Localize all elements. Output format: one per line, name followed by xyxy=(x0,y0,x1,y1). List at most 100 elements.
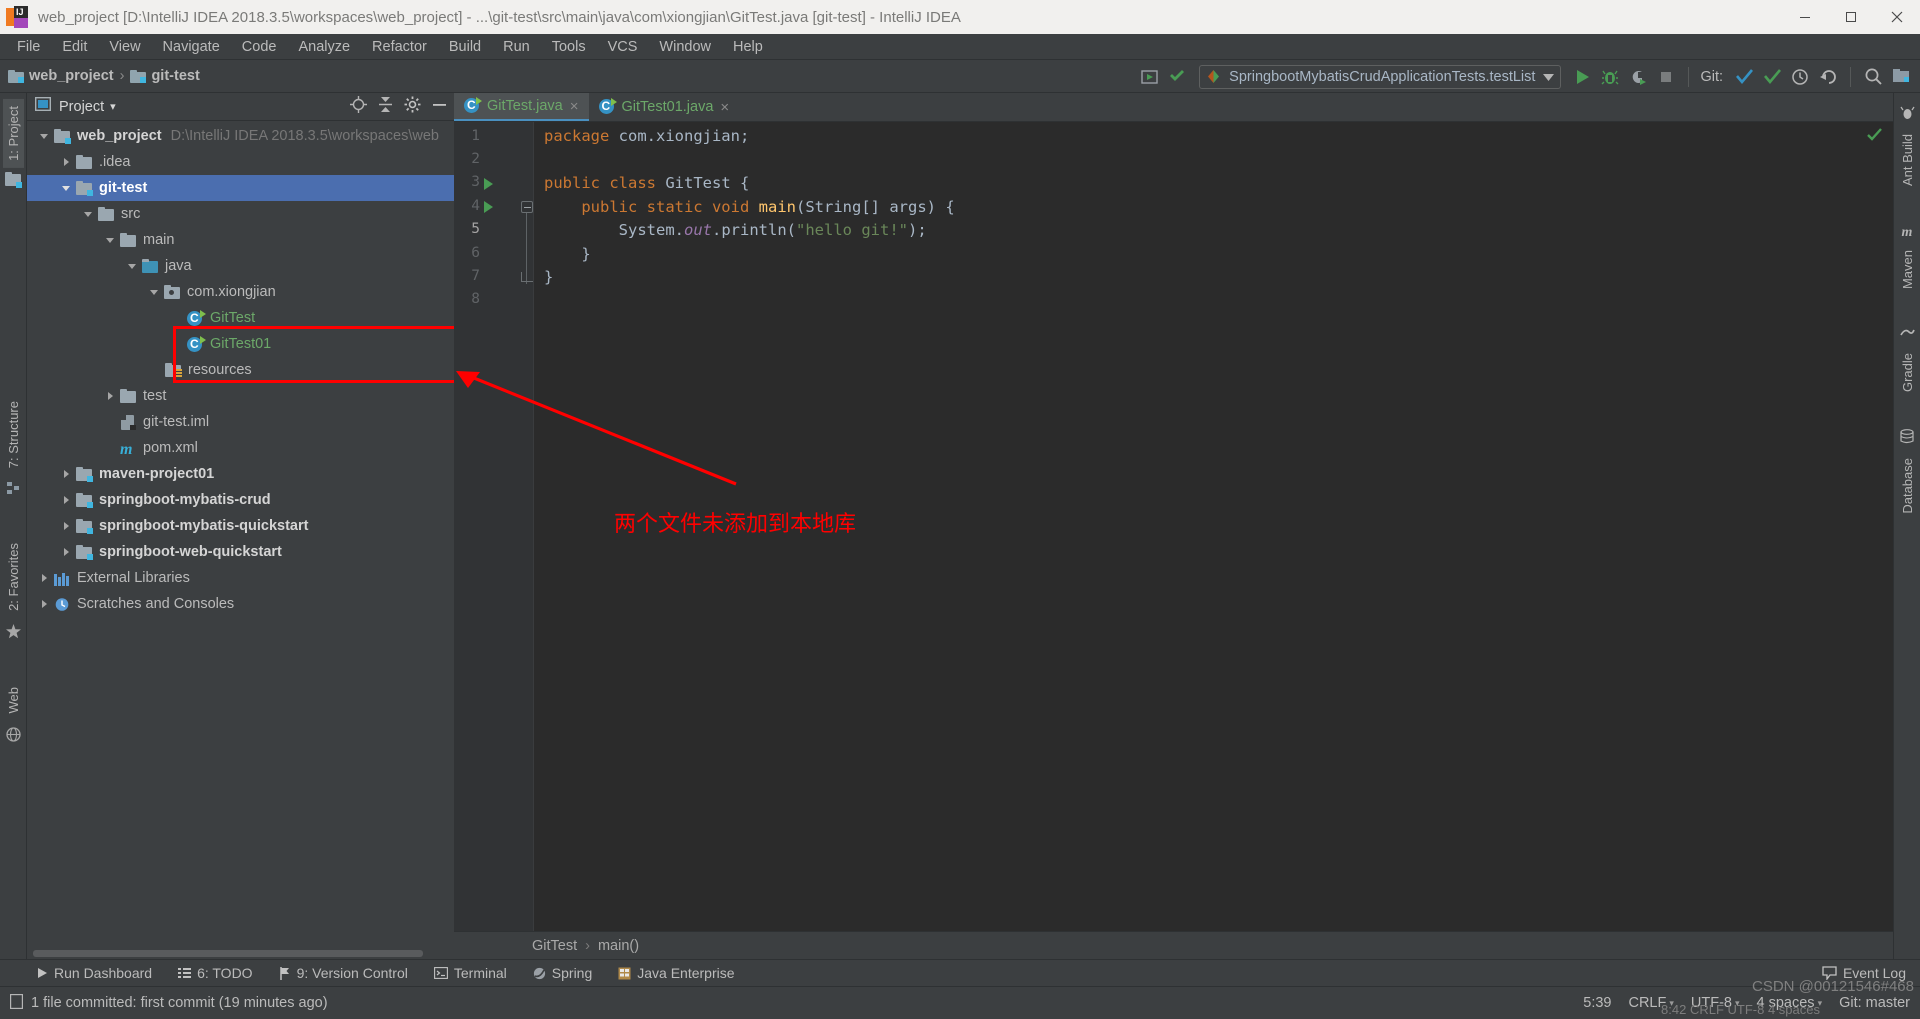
menu-edit[interactable]: Edit xyxy=(51,36,98,58)
tree-row-web-project[interactable]: web_project D:\IntelliJ IDEA 2018.3.5\wo… xyxy=(27,123,454,149)
status-caret-position[interactable]: 5:39 xyxy=(1583,995,1611,1011)
menu-navigate[interactable]: Navigate xyxy=(152,36,231,58)
menu-analyze[interactable]: Analyze xyxy=(287,36,361,58)
menu-window[interactable]: Window xyxy=(648,36,722,58)
tree-row-springboot-web-quickstart[interactable]: springboot-web-quickstart xyxy=(27,539,454,565)
tool-tab-database[interactable]: Database xyxy=(1897,451,1918,521)
chevron-down-icon[interactable] xyxy=(147,285,161,299)
tool-window-terminal[interactable]: Terminal xyxy=(433,965,507,981)
build-project-icon[interactable] xyxy=(1137,64,1163,90)
status-message[interactable]: 1 file committed: first commit (19 minut… xyxy=(31,995,328,1011)
editor-gutter[interactable]: 1 2 3 4 5 6 7 8 xyxy=(454,122,520,931)
status-git-branch[interactable]: Git: master xyxy=(1839,995,1910,1011)
chevron-down-icon[interactable] xyxy=(81,207,95,221)
tree-row-idea[interactable]: .idea xyxy=(27,149,454,175)
run-method-gutter-icon[interactable] xyxy=(484,201,493,213)
chevron-right-icon[interactable] xyxy=(59,519,73,533)
minimize-icon[interactable] xyxy=(1782,0,1828,34)
breadcrumb-git-test[interactable]: git-test xyxy=(151,68,199,84)
scroll-from-source-icon[interactable] xyxy=(350,95,367,118)
maximize-icon[interactable] xyxy=(1828,0,1874,34)
tool-window-version-control[interactable]: 9: Version Control xyxy=(279,965,408,981)
project-structure-icon[interactable] xyxy=(1888,64,1914,90)
tool-window-java-enterprise[interactable]: Java Enterprise xyxy=(618,965,735,981)
fold-collapse-icon[interactable] xyxy=(521,201,533,213)
git-commit-icon[interactable] xyxy=(1759,64,1785,90)
breadcrumb-method[interactable]: main() xyxy=(598,938,639,954)
chevron-right-icon[interactable] xyxy=(59,467,73,481)
tool-tab-ant-build[interactable]: Ant Build xyxy=(1897,127,1918,193)
git-update-icon[interactable] xyxy=(1731,64,1757,90)
tree-row-maven-project01[interactable]: maven-project01 xyxy=(27,461,454,487)
tool-tab-web[interactable]: Web xyxy=(3,680,24,721)
tool-tab-gradle[interactable]: Gradle xyxy=(1897,346,1918,399)
tool-window-spring[interactable]: Spring xyxy=(533,965,592,981)
run-button[interactable] xyxy=(1569,64,1595,90)
breadcrumb-web-project[interactable]: web_project xyxy=(29,68,114,84)
chevron-down-icon[interactable] xyxy=(59,181,73,195)
menu-code[interactable]: Code xyxy=(231,36,288,58)
stop-button[interactable] xyxy=(1653,64,1679,90)
tool-tab-structure[interactable]: 7: Structure xyxy=(3,394,24,475)
tool-window-run-dashboard[interactable]: Run Dashboard xyxy=(36,965,152,981)
tool-tab-favorites[interactable]: 2: Favorites xyxy=(3,536,24,618)
project-tree-scrollbar[interactable] xyxy=(27,948,454,959)
close-icon[interactable]: × xyxy=(720,99,729,116)
editor-tab-gittest01-java[interactable]: C GitTest01.java × xyxy=(589,93,740,121)
project-tree-scrollbar-thumb[interactable] xyxy=(33,950,423,957)
tree-row-test[interactable]: test xyxy=(27,383,454,409)
tree-row-src[interactable]: src xyxy=(27,201,454,227)
code-folding-strip[interactable] xyxy=(520,122,534,931)
tree-row-main[interactable]: main xyxy=(27,227,454,253)
menu-file[interactable]: File xyxy=(6,36,51,58)
tree-row-external-libraries[interactable]: External Libraries xyxy=(27,565,454,591)
editor-tab-gittest-java[interactable]: C GitTest.java × xyxy=(454,93,589,121)
chevron-right-icon[interactable] xyxy=(59,493,73,507)
run-with-coverage-button[interactable] xyxy=(1625,64,1651,90)
tree-row-resources[interactable]: resources xyxy=(27,357,454,383)
gear-icon[interactable] xyxy=(404,96,421,118)
git-history-icon[interactable] xyxy=(1787,64,1813,90)
menu-build[interactable]: Build xyxy=(438,36,492,58)
tree-row-pom-xml[interactable]: m pom.xml xyxy=(27,435,454,461)
chevron-down-icon[interactable] xyxy=(125,259,139,273)
tree-row-com-xiongjian[interactable]: com.xiongjian xyxy=(27,279,454,305)
close-icon[interactable]: × xyxy=(570,98,579,115)
chevron-right-icon[interactable] xyxy=(37,597,51,611)
tool-tab-project[interactable]: 1: Project xyxy=(2,99,24,168)
tree-row-springboot-mybatis-crud[interactable]: springboot-mybatis-crud xyxy=(27,487,454,513)
chevron-right-icon[interactable] xyxy=(103,389,117,403)
run-configuration-selector[interactable]: SpringbootMybatisCrudApplicationTests.te… xyxy=(1199,64,1562,89)
inspection-status-ok-icon[interactable] xyxy=(1866,126,1883,148)
tree-row-springboot-mybatis-quickstart[interactable]: springboot-mybatis-quickstart xyxy=(27,513,454,539)
hammer-build-icon[interactable] xyxy=(1165,64,1191,90)
menu-vcs[interactable]: VCS xyxy=(597,36,649,58)
menu-help[interactable]: Help xyxy=(722,36,774,58)
search-everywhere-icon[interactable] xyxy=(1860,64,1886,90)
run-class-gutter-icon[interactable] xyxy=(484,178,493,190)
breadcrumb-class[interactable]: GitTest xyxy=(532,938,577,954)
close-icon[interactable] xyxy=(1874,0,1920,34)
tree-row-scratches-and-consoles[interactable]: Scratches and Consoles xyxy=(27,591,454,617)
menu-refactor[interactable]: Refactor xyxy=(361,36,438,58)
collapse-all-icon[interactable] xyxy=(377,96,394,118)
tool-window-todo[interactable]: 6: TODO xyxy=(178,965,253,981)
chevron-right-icon[interactable] xyxy=(37,571,51,585)
git-revert-icon[interactable] xyxy=(1815,64,1841,90)
project-panel-caret-icon[interactable]: ▾ xyxy=(110,100,116,113)
project-tree[interactable]: web_project D:\IntelliJ IDEA 2018.3.5\wo… xyxy=(27,121,454,959)
menu-run[interactable]: Run xyxy=(492,36,541,58)
tree-row-git-test[interactable]: git-test xyxy=(27,175,454,201)
menu-tools[interactable]: Tools xyxy=(541,36,597,58)
tree-row-git-test-iml[interactable]: git-test.iml xyxy=(27,409,454,435)
menu-view[interactable]: View xyxy=(98,36,151,58)
debug-button[interactable] xyxy=(1597,64,1623,90)
chevron-down-icon[interactable] xyxy=(103,233,117,247)
chevron-down-icon[interactable] xyxy=(37,129,51,143)
chevron-right-icon[interactable] xyxy=(59,545,73,559)
code-editor[interactable]: 1 2 3 4 5 6 7 8 package com.xiongjian; p… xyxy=(454,122,1893,931)
tree-row-gittest[interactable]: C GitTest xyxy=(27,305,454,331)
tree-row-gittest01[interactable]: C GitTest01 xyxy=(27,331,454,357)
chevron-right-icon[interactable] xyxy=(59,155,73,169)
tree-row-java[interactable]: java xyxy=(27,253,454,279)
